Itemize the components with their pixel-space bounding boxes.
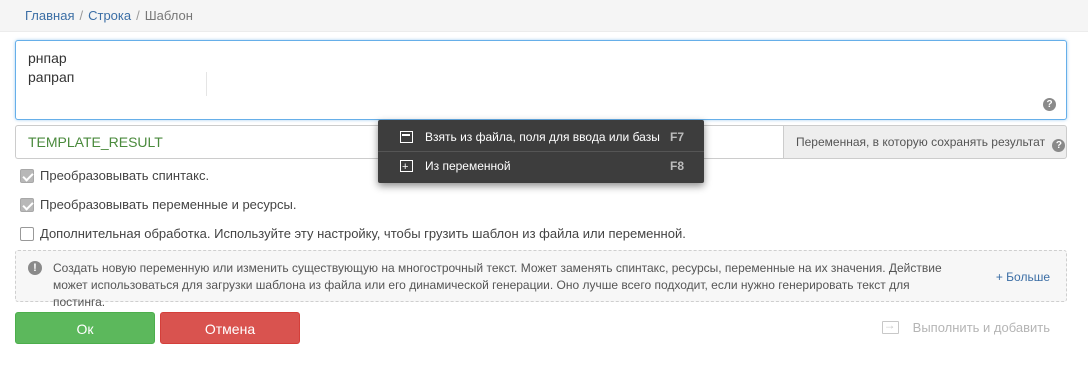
- window-icon: [400, 131, 413, 143]
- option-extra-processing[interactable]: Дополнительная обработка. Используйте эт…: [20, 226, 686, 242]
- template-line: рапрап: [28, 69, 75, 85]
- execute-and-add-button[interactable]: Выполнить и добавить: [881, 318, 1050, 335]
- menu-item-from-variable[interactable]: Из переменной F8: [378, 151, 704, 181]
- spintax-checkbox[interactable]: [20, 169, 34, 183]
- option-label: Преобразовывать переменные и ресурсы.: [40, 197, 297, 212]
- breadcrumb-home[interactable]: Главная: [25, 8, 74, 23]
- breadcrumb: Главная / Строка / Шаблон: [0, 0, 1088, 32]
- breadcrumb-string[interactable]: Строка: [88, 8, 131, 23]
- option-label: Преобразовывать спинтакс.: [40, 168, 210, 183]
- template-textarea[interactable]: рнпар рапрап ?: [15, 40, 1067, 120]
- option-label: Дополнительная обработка. Используйте эт…: [40, 226, 686, 241]
- template-line: рнпар: [28, 50, 67, 66]
- variables-checkbox[interactable]: [20, 198, 34, 212]
- menu-item-label: Из переменной: [425, 159, 511, 173]
- menu-item-shortcut: F7: [669, 130, 684, 144]
- option-spintax[interactable]: Преобразовывать спинтакс.: [20, 168, 209, 184]
- question-icon[interactable]: ?: [1052, 139, 1066, 152]
- execute-and-add-label: Выполнить и добавить: [912, 320, 1050, 335]
- menu-item-shortcut: F8: [669, 159, 684, 173]
- question-icon[interactable]: ?: [1043, 98, 1056, 111]
- info-box: ! Создать новую переменную или изменить …: [15, 250, 1067, 309]
- menu-item-label: Взять из файла, поля для ввода или базы: [425, 130, 660, 144]
- extra-processing-checkbox[interactable]: [20, 227, 34, 241]
- ok-button[interactable]: Ок: [15, 312, 155, 344]
- context-menu: Взять из файла, поля для ввода или базы …: [378, 120, 704, 183]
- export-icon: [881, 318, 899, 334]
- info-icon: !: [28, 261, 42, 275]
- breadcrumb-separator: /: [79, 8, 84, 23]
- info-text: Создать новую переменную или изменить су…: [53, 261, 942, 309]
- result-variable-addon: Переменная, в которую сохранять результа…: [783, 125, 1067, 159]
- more-link[interactable]: + Больше: [996, 269, 1050, 286]
- text-cursor: [206, 72, 207, 96]
- cancel-button[interactable]: Отмена: [160, 312, 300, 344]
- menu-item-from-file[interactable]: Взять из файла, поля для ввода или базы …: [378, 123, 704, 151]
- add-box-icon: [400, 153, 413, 181]
- result-addon-label: Переменная, в которую сохранять результа…: [796, 135, 1046, 149]
- option-variables[interactable]: Преобразовывать переменные и ресурсы.: [20, 197, 296, 213]
- breadcrumb-current: Шаблон: [144, 8, 193, 23]
- breadcrumb-separator: /: [136, 8, 140, 23]
